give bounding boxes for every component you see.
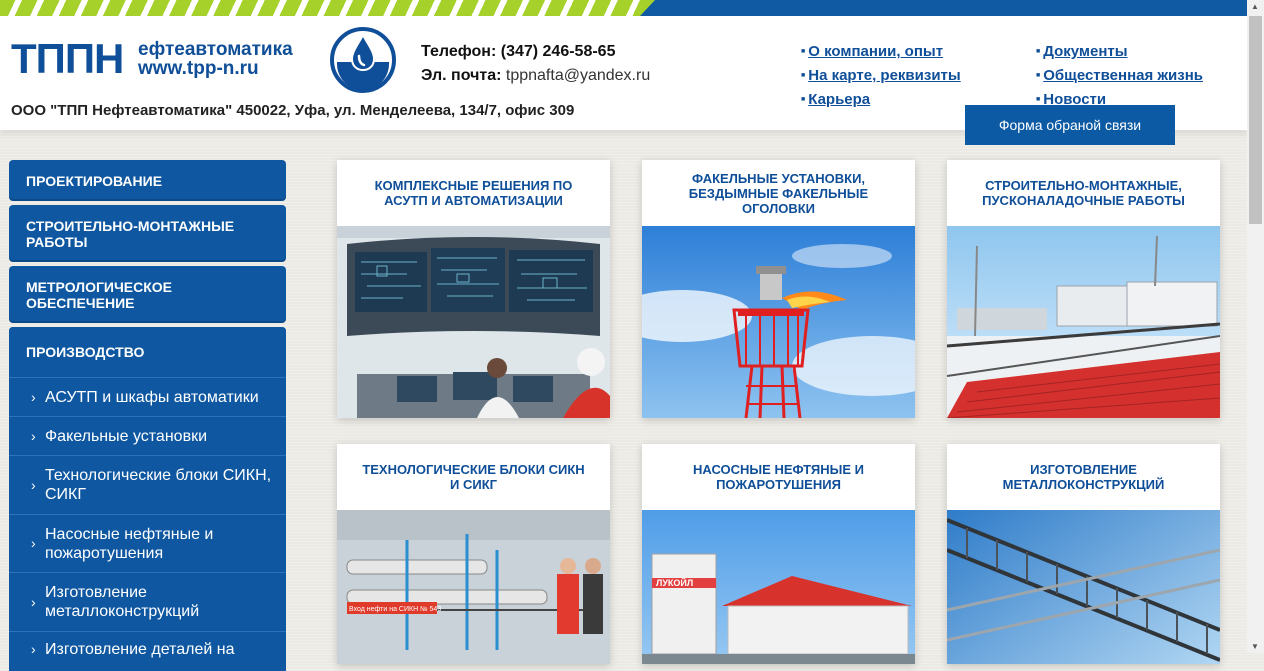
card-title: ТЕХНОЛОГИЧЕСКИЕ БЛОКИ СИКН И СИКГ (362, 462, 585, 492)
logo-subtitle[interactable]: ефтеавтоматика www.tpp-n.ru (138, 40, 293, 78)
steel-structure-photo (947, 510, 1220, 664)
email-label: Эл. почта: (421, 67, 502, 84)
nav-link-documents[interactable]: Документы (1036, 40, 1203, 64)
nav-link-about[interactable]: О компании, опыт (801, 40, 961, 64)
card-title: СТРОИТЕЛЬНО-МОНТАЖНЫЕ, ПУСКОНАЛАДОЧНЫЕ Р… (982, 178, 1185, 208)
email-link[interactable]: tppnafta@yandex.ru (506, 67, 650, 84)
sidebar-item-production[interactable]: ПРОИЗВОДСТВО (9, 327, 286, 377)
card-title: ФАКЕЛЬНЫЕ УСТАНОВКИ, БЕЗДЫМНЫЕ ФАКЕЛЬНЫЕ… (688, 170, 869, 216)
sidebar-subitem-metal[interactable]: › Изготовление металлоконструкций (9, 572, 286, 631)
oil-facility-photo (947, 226, 1220, 418)
sidebar-subitem-label: Технологические блоки СИКН, СИКГ (45, 467, 272, 503)
nav-link-map[interactable]: На карте, реквизиты (801, 64, 960, 88)
chevron-right-icon: › (31, 388, 36, 405)
sidebar-item-construction[interactable]: СТРОИТЕЛЬНО-МОНТАЖНЫЕ РАБОТЫ (9, 205, 286, 262)
nav-link-social[interactable]: Общественная жизнь (1036, 64, 1203, 88)
chevron-right-icon: › (31, 476, 36, 493)
control-room-photo (337, 226, 610, 418)
sidebar-subitem-pumps[interactable]: › Насосные нефтяные и пожаротушения (9, 514, 286, 572)
scroll-down-icon[interactable]: ▼ (1251, 642, 1259, 651)
logo-site-url: www.tpp-n.ru (138, 58, 259, 79)
metering-unit-photo: Вход нефти на СИКН № 543 (337, 510, 610, 664)
card-title: НАСОСНЫЕ НЕФТЯНЫЕ И ПОЖАРОТУШЕНИЯ (693, 462, 864, 492)
vertical-scrollbar[interactable]: ▲ ▼ (1247, 0, 1264, 653)
logo-line1: ефтеавтоматика (138, 39, 293, 60)
sidebar-production-group: ПРОИЗВОДСТВО › АСУТП и шкафы автоматики … (9, 327, 286, 671)
email-line: Эл. почта: tppnafta@yandex.ru (421, 64, 650, 88)
service-card-pumps[interactable]: НАСОСНЫЕ НЕФТЯНЫЕ И ПОЖАРОТУШЕНИЯ ЛУКОЙЛ (642, 444, 915, 664)
logo-text[interactable]: ТППН (11, 38, 124, 80)
flare-stack-photo (642, 226, 915, 418)
pump-station-photo: ЛУКОЙЛ (642, 510, 915, 664)
sidebar-subitem-label: Насосные нефтяные и пожаротушения (45, 525, 214, 562)
chevron-right-icon: › (31, 641, 36, 657)
chevron-right-icon: › (31, 593, 36, 610)
sidebar-subitem-parts[interactable]: › Изготовление деталей на (9, 631, 286, 671)
feedback-form-button[interactable]: Форма обраной связи (965, 105, 1175, 145)
sidebar-item-design[interactable]: ПРОЕКТИРОВАНИЕ (9, 160, 286, 201)
company-address: ООО "ТПП Нефтеавтоматика" 450022, Уфа, у… (11, 102, 575, 119)
sidebar-subitem-label: АСУТП и шкафы автоматики (45, 388, 259, 406)
site-header: ТППН ефтеавтоматика www.tpp-n.ru Телефон… (0, 16, 1247, 145)
card-title: КОМПЛЕКСНЫЕ РЕШЕНИЯ ПО АСУТП И АВТОМАТИЗ… (374, 178, 573, 208)
photo-sign-text: Вход нефти на СИКН № 543 (349, 606, 441, 613)
top-nav-col1: О компании, опыт На карте, реквизиты Кар… (801, 40, 961, 112)
service-card-construction[interactable]: СТРОИТЕЛЬНО-МОНТАЖНЫЕ, ПУСКОНАЛАДОЧНЫЕ Р… (947, 160, 1220, 418)
sidebar-item-metrology[interactable]: МЕТРОЛОГИЧЕСКОЕ ОБЕСПЕЧЕНИЕ (9, 266, 286, 323)
scrollbar-thumb[interactable] (1249, 16, 1262, 224)
scroll-up-icon[interactable]: ▲ (1251, 2, 1259, 11)
service-card-asutp[interactable]: КОМПЛЕКСНЫЕ РЕШЕНИЯ ПО АСУТП И АВТОМАТИЗ… (337, 160, 610, 418)
contacts-block: Телефон: (347) 246-58-65 Эл. почта: tppn… (421, 40, 650, 88)
nav-link-career[interactable]: Карьера (801, 88, 961, 112)
chevron-right-icon: › (31, 427, 36, 444)
sidebar-subitem-label: Изготовление металлоконструкций (45, 584, 200, 620)
phone-number[interactable]: (347) 246-58-65 (501, 43, 616, 60)
phone-line: Телефон: (347) 246-58-65 (421, 40, 650, 64)
top-nav-col2: Документы Общественная жизнь Новости (1036, 40, 1203, 112)
phone-label: Телефон: (421, 43, 497, 60)
oil-drop-logo-icon[interactable] (329, 26, 397, 94)
service-card-flare[interactable]: ФАКЕЛЬНЫЕ УСТАНОВКИ, БЕЗДЫМНЫЕ ФАКЕЛЬНЫЕ… (642, 160, 915, 418)
chevron-right-icon: › (31, 535, 36, 551)
sidebar-menu: ПРОЕКТИРОВАНИЕ СТРОИТЕЛЬНО-МОНТАЖНЫЕ РАБ… (9, 160, 286, 671)
service-card-sikn[interactable]: ТЕХНОЛОГИЧЕСКИЕ БЛОКИ СИКН И СИКГ Вход н… (337, 444, 610, 664)
card-title: ИЗГОТОВЛЕНИЕ МЕТАЛЛОКОНСТРУКЦИЙ (1002, 462, 1165, 492)
sidebar-subitem-asutp[interactable]: › АСУТП и шкафы автоматики (9, 377, 286, 416)
sidebar-subitem-flare[interactable]: › Факельные установки (9, 416, 286, 455)
top-stripe-green (0, 0, 655, 16)
top-stripe (0, 0, 1247, 16)
photo-brand-text: ЛУКОЙЛ (656, 577, 693, 588)
service-card-metal[interactable]: ИЗГОТОВЛЕНИЕ МЕТАЛЛОКОНСТРУКЦИЙ (947, 444, 1220, 664)
sidebar-subitem-label: Изготовление деталей на (45, 641, 235, 658)
sidebar-subitem-sikn[interactable]: › Технологические блоки СИКН, СИКГ (9, 455, 286, 514)
sidebar-subitem-label: Факельные установки (45, 427, 207, 445)
